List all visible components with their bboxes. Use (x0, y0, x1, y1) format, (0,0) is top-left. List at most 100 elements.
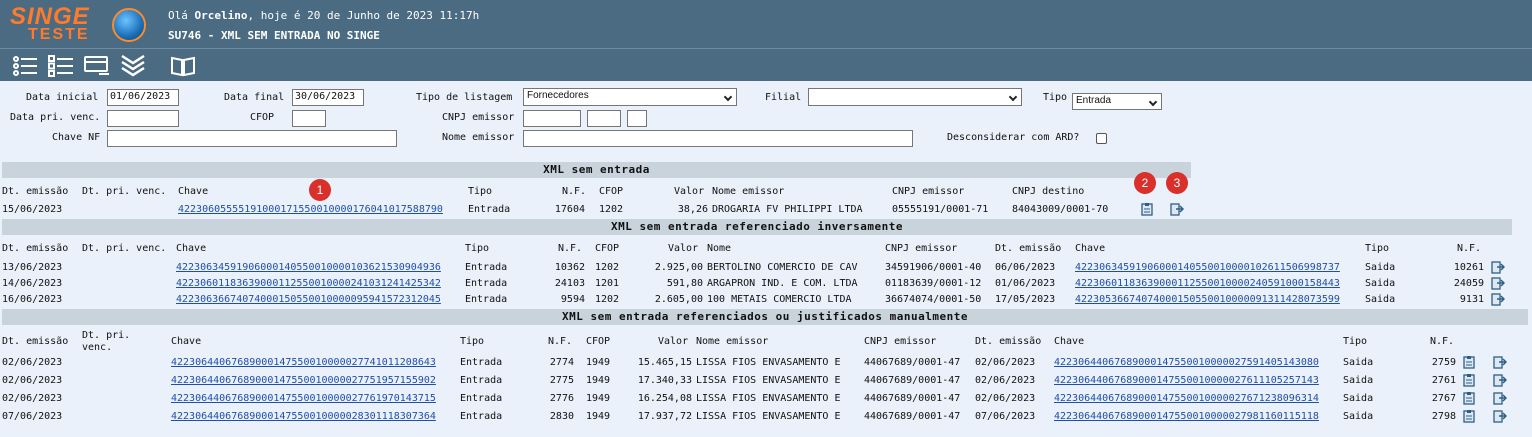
cell-valor: 38,26 (677, 204, 708, 215)
data-inicial-field[interactable]: 01/06/2023 (107, 89, 179, 106)
chave-ref-link[interactable]: 4223053667407400015055001000009131142807… (1075, 294, 1340, 305)
cnpj-emissor-field-1[interactable] (523, 110, 581, 127)
col-header: CFOP (586, 336, 611, 347)
chave-ref-link[interactable]: 4223060118363900011255001000024059100015… (1075, 278, 1340, 289)
clipboard-icon[interactable] (1462, 373, 1476, 387)
chave-ref-link[interactable]: 4223064406768900014755001000002761110525… (1054, 375, 1319, 386)
chevrons-down-icon[interactable] (120, 54, 146, 77)
book-icon[interactable] (170, 55, 196, 77)
col-header: Tipo (1343, 336, 1368, 347)
export-icon[interactable] (1491, 276, 1506, 290)
cell-dt-emissao-ref: 06/06/2023 (995, 262, 1056, 273)
cell-dt-emissao: 14/06/2023 (2, 278, 63, 289)
clipboard-icon[interactable] (1140, 202, 1154, 216)
tipo-select[interactable]: Entrada (1072, 93, 1162, 110)
clipboard-icon[interactable] (1462, 391, 1476, 405)
tipo-listagem-label: Tipo de listagem (416, 92, 513, 103)
cell-nf: 9594 (560, 294, 585, 305)
cell-tipo: Entrada (465, 262, 508, 273)
cell-cfop: 1949 (586, 375, 611, 386)
cell-tipo-ref: Saida (1365, 262, 1396, 273)
cell-tipo: Entrada (460, 393, 503, 404)
page-title: SU746 - XML SEM ENTRADA NO SINGE (168, 29, 380, 42)
cell-dt-emissao-ref: 02/06/2023 (975, 393, 1036, 404)
cell-valor: 17.340,33 (637, 375, 692, 386)
cnpj-emissor-field-2[interactable] (587, 110, 621, 127)
cell-dt-emissao-ref: 17/05/2023 (995, 294, 1056, 305)
greeting-prefix: Olá (168, 9, 195, 22)
cell-cfop: 1201 (595, 278, 620, 289)
cell-cnpj-destino: 84043009/0001-70 (1012, 204, 1109, 215)
chave-nf-field[interactable] (107, 130, 397, 147)
col-header: Dt. emissão (2, 243, 69, 254)
logo-subtext: TESTE (28, 26, 90, 43)
col-header: Tipo (468, 186, 493, 197)
chave-ref-link[interactable]: 4223064406768900014755001000002759140514… (1054, 357, 1319, 368)
col-header: Chave (176, 243, 207, 254)
cell-nome: LISSA FIOS ENVASAMENTO E (696, 357, 841, 368)
cell-cnpj-emissor: 44067689/0001-47 (864, 393, 961, 404)
chave-link[interactable]: 4223063667407400015055001000009594157231… (176, 294, 441, 305)
cell-tipo: Entrada (465, 278, 508, 289)
col-header: CFOP (599, 186, 624, 197)
export-icon[interactable] (1493, 391, 1508, 405)
logo-globe-icon (112, 8, 146, 42)
checklist-icon[interactable] (48, 55, 74, 77)
col-header: CNPJ emissor (885, 243, 958, 254)
chave-link[interactable]: 4223060118363900011255001000024103124142… (176, 278, 441, 289)
chave-link[interactable]: 4223064406768900014755001000002775195715… (171, 375, 436, 386)
chave-link[interactable]: 4223064406768900014755001000002830111830… (171, 411, 436, 422)
col-header: Chave (1075, 243, 1106, 254)
desconsiderar-label: Desconsiderar com ARD? (947, 132, 1080, 143)
col-header: Chave (178, 186, 209, 197)
export-icon[interactable] (1493, 355, 1508, 369)
cell-nf: 2774 (549, 357, 574, 368)
cnpj-emissor-field-3[interactable] (627, 110, 647, 127)
nome-emissor-field[interactable] (523, 130, 913, 147)
cnpj-emissor-label: CNPJ emissor (442, 112, 515, 123)
section-justificados-manualmente-title: XML sem entrada referenciados ou justifi… (2, 309, 1528, 325)
chave-ref-link[interactable]: 4223063459190600014055001000010261150699… (1075, 262, 1340, 273)
app-header: SINGE TESTE Olá Orcelino, hoje é 20 de J… (0, 0, 1532, 48)
clipboard-icon[interactable] (1462, 355, 1476, 369)
cell-valor: 2.605,00 (654, 294, 703, 305)
chave-ref-link[interactable]: 4223064406768900014755001000002798116011… (1054, 411, 1319, 422)
export-icon[interactable] (1170, 202, 1185, 216)
chave-link[interactable]: 4223064406768900014755001000002776197014… (171, 393, 436, 404)
col-header: N.F. (558, 243, 583, 254)
col-header: N.F. (1457, 243, 1482, 254)
col-header: N.F. (1430, 336, 1455, 347)
col-header: CNPJ emissor (892, 186, 965, 197)
tipo-listagem-select[interactable]: Fornecedores (523, 88, 737, 106)
export-icon[interactable] (1493, 373, 1508, 387)
chave-link[interactable]: 4223064406768900014755001000002774101120… (171, 357, 436, 368)
export-icon[interactable] (1491, 292, 1506, 306)
cell-nome: LISSA FIOS ENVASAMENTO E (696, 375, 841, 386)
col-header: N.F. (548, 336, 573, 347)
card-icon[interactable] (84, 55, 110, 77)
cell-tipo: Entrada (460, 375, 503, 386)
clipboard-icon[interactable] (1462, 409, 1476, 423)
list-icon[interactable] (12, 55, 38, 77)
filial-select[interactable] (808, 88, 1022, 106)
export-icon[interactable] (1493, 409, 1508, 423)
cell-tipo-ref: Saida (1365, 294, 1396, 305)
cell-valor: 17.937,72 (637, 411, 692, 422)
cell-tipo: Entrada (468, 204, 511, 215)
col-header: Tipo (465, 243, 490, 254)
cfop-field[interactable] (292, 110, 326, 127)
cell-tipo-ref: Saida (1343, 357, 1374, 368)
nome-emissor-label: Nome emissor (442, 132, 515, 143)
chave-ref-link[interactable]: 4223064406768900014755001000002767123809… (1054, 393, 1319, 404)
export-icon[interactable] (1491, 260, 1506, 274)
chave-link[interactable]: 4223063459190600014055001000010362153090… (176, 262, 441, 273)
cell-dt-emissao: 07/06/2023 (2, 411, 63, 422)
desconsiderar-checkbox[interactable] (1096, 133, 1107, 144)
col-header: Nome (707, 243, 732, 254)
data-pri-venc-field[interactable] (107, 110, 179, 127)
cell-nome: LISSA FIOS ENVASAMENTO E (696, 393, 841, 404)
data-final-field[interactable]: 30/06/2023 (292, 89, 364, 106)
col-header: Nome emissor (712, 186, 785, 197)
chave-link[interactable]: 4223060555519100017155001000017604101758… (178, 204, 443, 215)
cell-tipo-ref: Saida (1343, 375, 1374, 386)
